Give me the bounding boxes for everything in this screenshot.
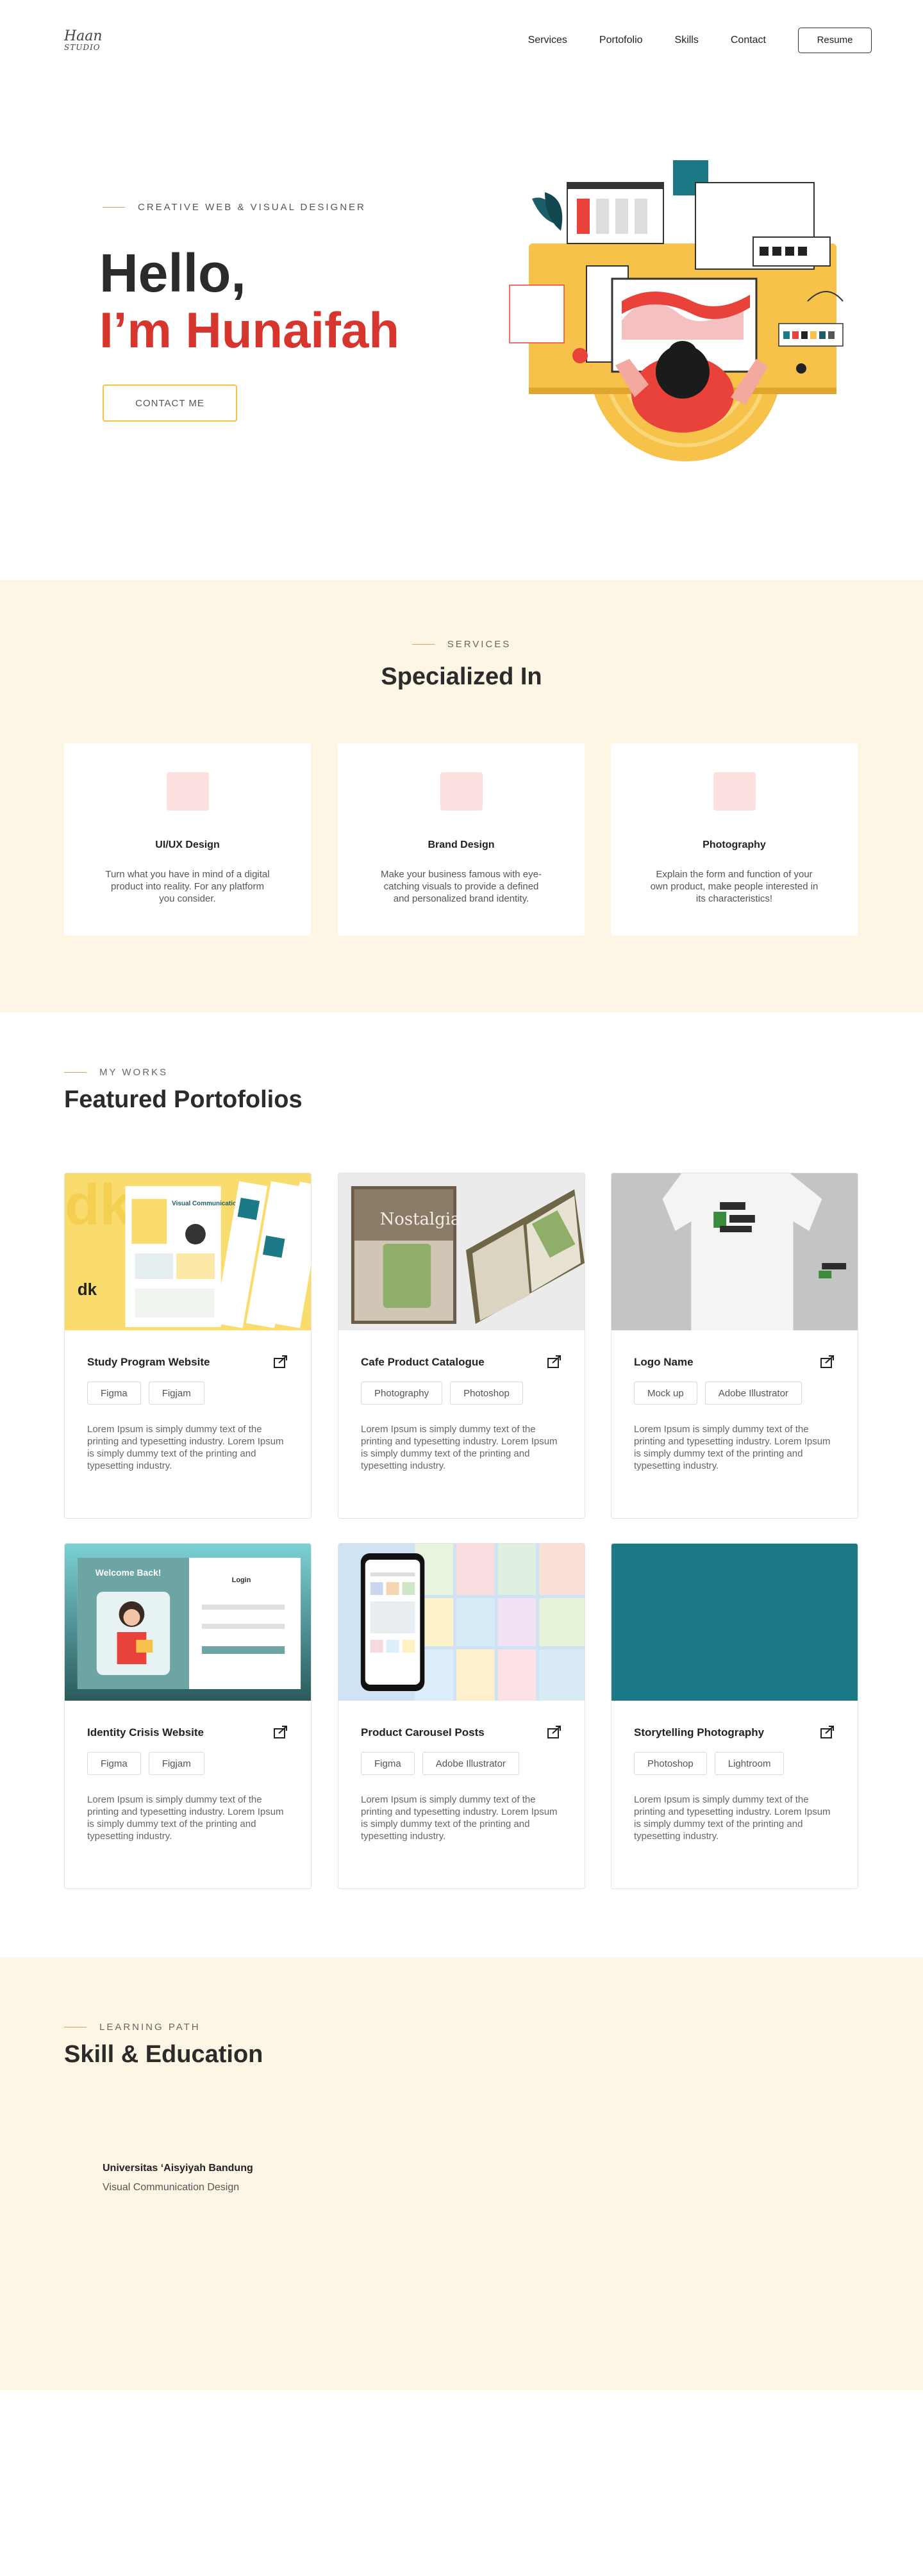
hero-eyebrow-text: CREATIVE WEB & VISUAL DESIGNER	[138, 202, 366, 213]
study-program-thumbnail: dk Visual Communication Design dk	[65, 1173, 311, 1330]
learning-section: LEARNING PATH Skill & Education Universi…	[0, 1958, 923, 2390]
eyebrow-line	[64, 1071, 87, 1073]
hero-name: I’m Hunaifah	[99, 302, 400, 358]
learning-eyebrow: LEARNING PATH	[64, 2022, 201, 2033]
storytelling-thumbnail	[611, 1544, 858, 1701]
tag: Mock up	[634, 1382, 697, 1405]
service-title: Photography	[703, 839, 766, 850]
nav-link-skills[interactable]: Skills	[675, 35, 699, 46]
services-section: SERVICES Specialized In UI/UX Design Tur…	[0, 580, 923, 1012]
portfolio-eyebrow: MY WORKS	[64, 1067, 168, 1078]
learning-title: Skill & Education	[64, 2041, 263, 2068]
share-icon[interactable]	[820, 1725, 835, 1739]
portfolio-page: Haan STUDIO Services Portofolio Skills C…	[0, 0, 923, 2576]
tag: Photography	[361, 1382, 443, 1405]
tag-list: Figma Adobe Illustrator	[361, 1752, 519, 1775]
camera-icon	[713, 772, 756, 811]
portfolio-card-product-carousel[interactable]: Product Carousel Posts Figma Adobe Illus…	[338, 1543, 585, 1889]
service-title: Brand Design	[428, 839, 495, 850]
service-description: Make your business famous with eye-catch…	[381, 869, 542, 904]
portfolio-card-study-program[interactable]: dk Visual Communication Design dk Study …	[64, 1173, 312, 1519]
tag-list: Photoshop Lightroom	[634, 1752, 785, 1775]
tag: Figma	[87, 1382, 141, 1405]
service-card-brand: Brand Design Make your business famous w…	[338, 743, 585, 936]
portfolio-description: Lorem Ipsum is simply dummy text of the …	[634, 1424, 831, 1471]
top-navbar: Haan STUDIO Services Portofolio Skills C…	[0, 0, 923, 80]
uiux-icon	[167, 772, 209, 811]
tag: Figma	[87, 1752, 141, 1775]
services-eyebrow-text: SERVICES	[447, 639, 511, 650]
portfolio-description: Lorem Ipsum is simply dummy text of the …	[634, 1794, 831, 1842]
logo-text: Haan	[64, 28, 103, 44]
portfolio-title: Featured Portofolios	[64, 1086, 303, 1113]
resume-button[interactable]: Resume	[798, 27, 872, 53]
tag-list: Figma Figjam	[87, 1752, 204, 1775]
service-title: UI/UX Design	[155, 839, 220, 850]
portfolio-card-identity-crisis[interactable]: Welcome Back! Login Identity Crisis Webs…	[64, 1543, 312, 1889]
service-card-uiux: UI/UX Design Turn what you have in mind …	[64, 743, 311, 936]
tag: Figma	[361, 1752, 415, 1775]
portfolio-description: Lorem Ipsum is simply dummy text of the …	[87, 1794, 284, 1842]
login-thumb-welcome: Welcome Back!	[96, 1567, 162, 1578]
hero-greeting: Hello,	[99, 243, 246, 303]
eyebrow-line	[103, 206, 125, 208]
logo-subtext: STUDIO	[64, 42, 101, 52]
share-icon[interactable]	[547, 1355, 562, 1369]
cafe-catalogue-thumbnail: Nostalgia	[338, 1173, 585, 1330]
portfolio-name: Storytelling Photography	[634, 1726, 765, 1738]
logo[interactable]: Haan STUDIO	[64, 29, 103, 51]
portfolio-description: Lorem Ipsum is simply dummy text of the …	[87, 1424, 284, 1471]
designer-desk-illustration	[509, 160, 844, 461]
tag-list: Figma Figjam	[87, 1382, 204, 1405]
tag-list: Photography Photoshop	[361, 1382, 523, 1405]
logo-mockup-thumbnail	[611, 1173, 858, 1330]
portfolio-name: Product Carousel Posts	[361, 1726, 485, 1738]
portfolio-name: Study Program Website	[87, 1356, 210, 1368]
contact-me-button[interactable]: CONTACT ME	[103, 384, 237, 422]
nav-links: Services Portofolio Skills Contact Resum…	[528, 27, 872, 53]
nav-link-services[interactable]: Services	[528, 35, 567, 46]
identity-crisis-thumbnail: Welcome Back! Login	[65, 1544, 311, 1701]
education-major: Visual Communication Design	[103, 2182, 240, 2193]
tag: Lightroom	[714, 1752, 785, 1775]
tag: Figjam	[148, 1382, 204, 1405]
brand-icon	[440, 772, 483, 811]
portfolio-card-cafe-catalogue[interactable]: Nostalgia Cafe Product Catalogue Photogr…	[338, 1173, 585, 1519]
cafe-thumb-heading: Nostalgia	[380, 1210, 461, 1229]
portfolio-name: Identity Crisis Website	[87, 1726, 204, 1738]
hero-eyebrow: CREATIVE WEB & VISUAL DESIGNER	[103, 202, 366, 213]
nav-link-contact[interactable]: Contact	[731, 35, 766, 46]
portfolio-name: Logo Name	[634, 1356, 694, 1368]
eyebrow-line	[412, 643, 435, 645]
share-icon[interactable]	[547, 1725, 562, 1739]
tag-list: Mock up Adobe Illustrator	[634, 1382, 802, 1405]
portfolio-eyebrow-text: MY WORKS	[99, 1067, 169, 1078]
share-icon[interactable]	[273, 1725, 288, 1739]
learning-eyebrow-text: LEARNING PATH	[99, 2022, 201, 2033]
portfolio-card-storytelling-photography[interactable]: Storytelling Photography Photoshop Light…	[611, 1543, 858, 1889]
tag: Photoshop	[450, 1382, 523, 1405]
tag: Adobe Illustrator	[422, 1752, 519, 1775]
services-title: Specialized In	[381, 663, 542, 690]
product-carousel-thumbnail	[338, 1544, 585, 1701]
education-school: Universitas ‘Aisyiyah Bandung	[103, 2163, 253, 2174]
share-icon[interactable]	[273, 1355, 288, 1369]
services-eyebrow: SERVICES	[0, 639, 923, 650]
eyebrow-line	[64, 2026, 87, 2028]
portfolio-card-logo[interactable]: Logo Name Mock up Adobe Illustrator Lore…	[611, 1173, 858, 1519]
svg-text:dk: dk	[78, 1281, 97, 1299]
service-card-photography: Photography Explain the form and functio…	[611, 743, 858, 936]
tag: Adobe Illustrator	[704, 1382, 802, 1405]
tag: Photoshop	[634, 1752, 707, 1775]
nav-link-portofolio[interactable]: Portofolio	[599, 35, 643, 46]
svg-text:dk: dk	[65, 1173, 132, 1237]
portfolio-description: Lorem Ipsum is simply dummy text of the …	[361, 1794, 558, 1842]
service-description: Explain the form and function of your ow…	[650, 869, 819, 904]
service-description: Turn what you have in mind of a digital …	[105, 869, 270, 904]
share-icon[interactable]	[820, 1355, 835, 1369]
login-thumb-title: Login	[232, 1576, 251, 1584]
tag: Figjam	[148, 1752, 204, 1775]
portfolio-name: Cafe Product Catalogue	[361, 1356, 485, 1368]
portfolio-description: Lorem Ipsum is simply dummy text of the …	[361, 1424, 558, 1471]
